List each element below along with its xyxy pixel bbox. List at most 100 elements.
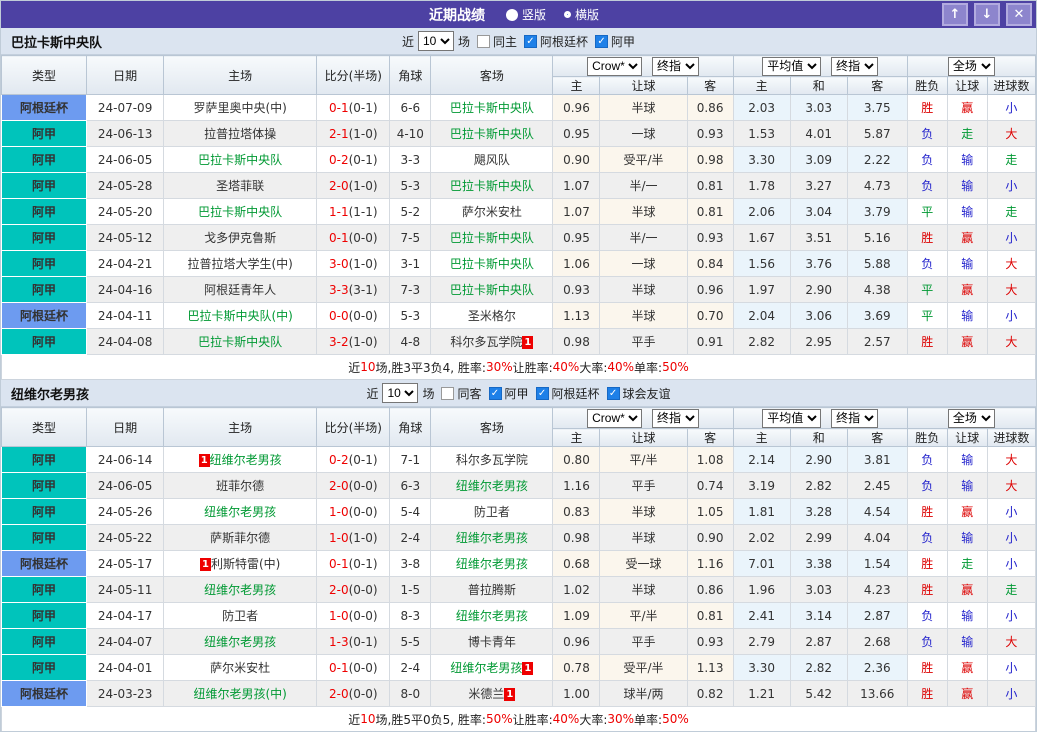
handicap-cell: 平/半: [599, 602, 688, 629]
col-goals: 进球数: [986, 76, 1036, 95]
match-row: 阿甲 24-04-01 萨尔米安杜 0-1(0-0) 2-4 纽维尔老男孩 1 0.78 受平/…: [1, 654, 1036, 681]
summary-segment: 近: [348, 712, 361, 727]
league-checkbox[interactable]: ✓ 球会友谊: [606, 385, 671, 402]
team-name: 罗萨里奥中央(中): [193, 101, 287, 115]
avg-home-cell: 2.14: [732, 446, 791, 473]
date-cell: 24-07-09: [86, 94, 165, 121]
handicap-cell: 半/一: [599, 224, 688, 251]
move-down-button[interactable]: ↓: [974, 3, 1000, 26]
same-side-checkbox[interactable]: 同客: [441, 385, 482, 402]
halftime-score: (1-0): [348, 530, 378, 545]
date-cell: 24-06-05: [86, 146, 165, 173]
avg-home-cell: 1.56: [732, 250, 791, 277]
handicap-result-cell: 赢: [946, 224, 988, 251]
league-checkbox[interactable]: ✓ 阿根廷杯: [535, 385, 600, 402]
result-cell: 胜: [906, 680, 948, 707]
result-cell: 平: [906, 302, 948, 329]
recent-games-select[interactable]: 10: [417, 31, 454, 51]
league-checkbox[interactable]: ✓ 阿根廷杯: [524, 33, 588, 50]
fulltime-score: 1-0: [328, 504, 349, 519]
average-select[interactable]: 平均值: [762, 408, 822, 428]
halftime-score: (1-1): [348, 204, 378, 219]
odds-source-select[interactable]: Crow*: [587, 408, 643, 428]
same-side-checkbox[interactable]: 同主: [476, 33, 517, 50]
home-team-cell: 阿根廷青年人: [163, 276, 318, 303]
home-team-cell: 1 利斯特雷(中): [163, 550, 318, 577]
result-cell: 胜: [906, 576, 948, 603]
layout-radio-horizontal[interactable]: 横版: [564, 6, 599, 23]
avg-home-cell: 1.67: [732, 224, 791, 251]
col-avg-draw: 和: [789, 428, 848, 447]
avg-draw-cell: 3.09: [789, 146, 848, 173]
odds-period-select[interactable]: 终指: [651, 408, 699, 428]
away-team-cell: 纽维尔老男孩: [430, 602, 554, 629]
league-checkbox[interactable]: ✓ 阿甲: [595, 33, 635, 50]
scope-select[interactable]: 全场: [947, 56, 995, 76]
avg-draw-cell: 2.90: [789, 276, 848, 303]
summary-segment: 场,胜5平0负5, 胜率:: [375, 712, 486, 727]
home-odds-cell: 0.83: [552, 498, 601, 525]
radio-filled-icon: [505, 8, 518, 21]
goals-cell: 小: [986, 654, 1036, 681]
handicap-cell: 半球: [599, 94, 688, 121]
handicap-cell: 半球: [599, 524, 688, 551]
handicap-cell: 一球: [599, 120, 688, 147]
handicap-result-cell: 输: [946, 250, 988, 277]
league-cell: 阿甲: [1, 120, 88, 147]
handicap-result-cell: 赢: [946, 576, 988, 603]
avg-home-cell: 7.01: [732, 550, 791, 577]
average-period-select[interactable]: 终指: [831, 56, 879, 76]
halftime-score: (0-0): [348, 582, 378, 597]
handicap-cell: 球半/两: [599, 680, 688, 707]
average-select[interactable]: 平均值: [762, 56, 822, 76]
avg-draw-cell: 3.38: [789, 550, 848, 577]
avg-away-cell: 3.75: [846, 94, 908, 121]
avg-away-cell: 2.36: [846, 654, 908, 681]
avg-away-cell: 4.04: [846, 524, 908, 551]
goals-cell: 大: [986, 628, 1036, 655]
match-row: 阿甲 24-05-20 巴拉卡斯中央队 1-1(1-1) 5-2 萨尔米安杜 1.07 半球 0…: [1, 198, 1036, 225]
score-cell: 0-2(0-1): [316, 446, 391, 473]
handicap-cell: 半球: [599, 198, 688, 225]
goals-cell: 小: [986, 94, 1036, 121]
halftime-score: (0-0): [348, 660, 378, 675]
avg-home-cell: 1.53: [732, 120, 791, 147]
scope-select[interactable]: 全场: [947, 408, 995, 428]
average-period-select[interactable]: 终指: [831, 408, 879, 428]
layout-radio-vertical[interactable]: 竖版: [505, 6, 546, 23]
move-up-button[interactable]: ↑: [942, 3, 968, 26]
recent-games-select[interactable]: 10: [382, 383, 419, 403]
handicap-cell: 平/半: [599, 446, 688, 473]
summary-away-team: 近 10 场,胜5平0负5, 胜率: 50% 让胜率: 40% 大率: 30% 单率: 50…: [1, 707, 1036, 731]
score-cell: 2-0(0-0): [316, 680, 391, 707]
result-cell: 负: [906, 120, 948, 147]
col-home: 主场: [163, 55, 318, 95]
goals-cell: 走: [986, 198, 1036, 225]
summary-segment: 40%: [607, 360, 635, 374]
halftime-score: (0-0): [348, 608, 378, 623]
home-odds-cell: 1.00: [552, 680, 601, 707]
corner-cell: 5-3: [389, 302, 432, 329]
avg-away-cell: 13.66: [846, 680, 908, 707]
col-avg-away: 客: [846, 428, 908, 447]
date-cell: 24-05-20: [86, 198, 165, 225]
home-odds-cell: 0.96: [552, 94, 601, 121]
corner-cell: 6-6: [389, 94, 432, 121]
summary-segment: 40%: [552, 360, 580, 374]
handicap-result-cell: 走: [946, 550, 988, 577]
corner-cell: 3-3: [389, 146, 432, 173]
handicap-result-cell: 输: [946, 524, 988, 551]
radio-dot-icon: [564, 11, 571, 18]
summary-segment: 40%: [552, 712, 580, 726]
avg-draw-cell: 2.90: [789, 446, 848, 473]
handicap-result-cell: 输: [946, 146, 988, 173]
goals-cell: 小: [986, 602, 1036, 629]
match-row: 阿根廷杯 24-04-11 巴拉卡斯中央队(中) 0-0(0-0) 5-3 圣米格尔 1.1…: [1, 302, 1036, 329]
fulltime-score: 3-2: [328, 334, 349, 349]
odds-source-select[interactable]: Crow*: [587, 56, 643, 76]
league-checkbox[interactable]: ✓ 阿甲: [488, 385, 529, 402]
close-button[interactable]: ✕: [1006, 3, 1032, 26]
team-name: 拉普拉塔体操: [204, 127, 277, 141]
odds-period-select[interactable]: 终指: [651, 56, 699, 76]
team-name: 班菲尔德: [216, 479, 265, 493]
